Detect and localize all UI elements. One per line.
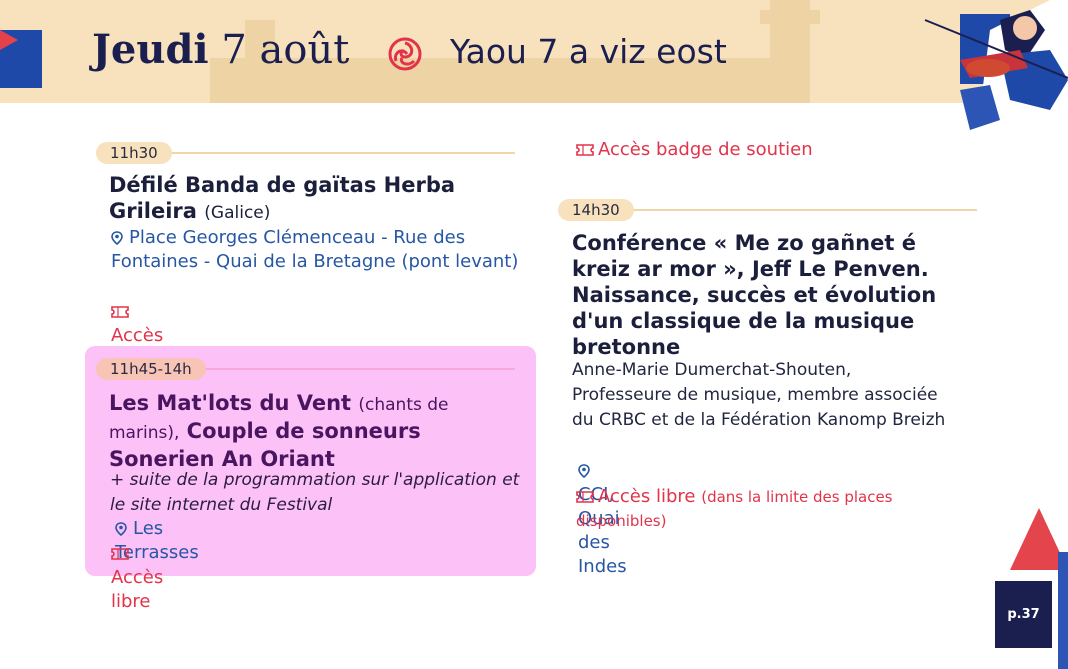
violinist-illustration: [924, 0, 1068, 140]
event-title: Défilé Banda de gaïtas Herba Grileira (G…: [109, 172, 519, 226]
event-location: Place Georges Clémenceau - Rue des Fonta…: [111, 226, 521, 274]
day-name: Jeudi: [92, 26, 209, 73]
ticket-icon: [111, 306, 129, 318]
event-origin: (Galice): [204, 203, 271, 223]
page-corner-bar: [1058, 552, 1068, 669]
ticket-icon: [576, 491, 594, 503]
access-text: Accès badge de soutien: [598, 139, 813, 160]
triskell-icon: [388, 37, 422, 71]
time-badge: 11h30: [96, 142, 172, 164]
date-french: 7 août: [221, 27, 350, 73]
event-access: Accès libre: [111, 542, 163, 614]
event-title-text: Défilé Banda de gaïtas Herba Grileira: [109, 173, 456, 223]
ticket-icon: [576, 144, 594, 156]
date-title-breton: Yaou 7 a viz eost: [450, 32, 727, 71]
event-speaker: Anne-Marie Dumerchat-Shouten, Professeur…: [572, 360, 946, 430]
location-pin-icon: [115, 522, 127, 536]
ticket-icon: [111, 548, 129, 560]
access-text: Accès libre: [111, 567, 164, 612]
location-pin-icon: [111, 231, 123, 245]
background-tower-top: [760, 10, 820, 24]
event-title: Conférence « Me zo gañnet é kreiz ar mor…: [572, 231, 937, 359]
header-left-triangle: [0, 30, 18, 50]
event-title: Les Mat'lots du Vent (chants de marins),…: [109, 390, 519, 472]
location-pin-icon: [578, 464, 590, 478]
page-number: p.37: [995, 581, 1052, 648]
badge-access: Accès badge de soutien: [576, 138, 813, 162]
time-badge: 14h30: [558, 199, 634, 221]
access-text: Accès libre: [598, 486, 696, 507]
event-title-a: Les Mat'lots du Vent: [109, 391, 352, 415]
event-access: Accès libre (dans la limite des places d…: [576, 485, 946, 533]
location-text: Place Georges Clémenceau - Rue des Fonta…: [111, 227, 519, 272]
programme-note: + suite de la programmation sur l'applic…: [110, 470, 520, 515]
date-title-french: Jeudi 7 août: [92, 26, 349, 73]
time-badge: 11h45-14h: [96, 358, 206, 380]
